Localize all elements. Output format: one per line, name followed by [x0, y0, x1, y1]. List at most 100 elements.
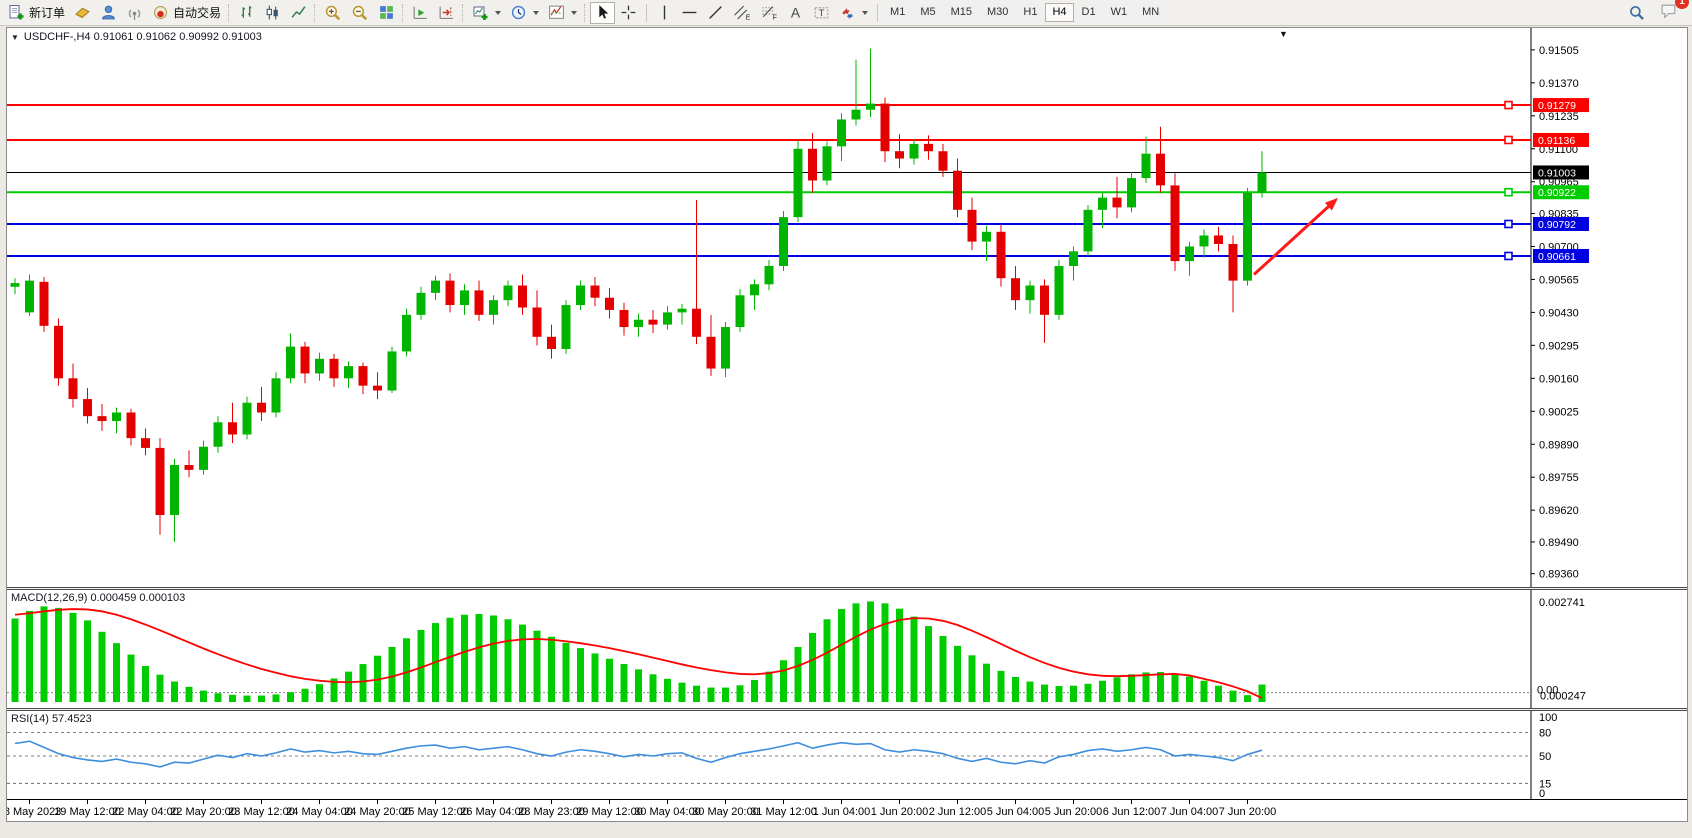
- chart-title: ▼USDCHF-,H4 0.91061 0.91062 0.90992 0.91…: [11, 31, 262, 43]
- chart-shift-icon: [438, 4, 455, 21]
- svg-text:5 Jun 04:00: 5 Jun 04:00: [987, 806, 1045, 818]
- auto-scroll-icon: [412, 4, 429, 21]
- chart-caret-icon[interactable]: ▼: [11, 33, 19, 42]
- svg-text:T: T: [819, 8, 825, 19]
- trendline-icon: [707, 4, 724, 21]
- svg-text:E: E: [746, 14, 751, 21]
- auto-scroll-button[interactable]: [408, 2, 433, 24]
- svg-text:30 May 20:00: 30 May 20:00: [692, 806, 759, 818]
- rsi-panel[interactable]: 1008050150 RSI(14) 57.4523: [7, 711, 1687, 799]
- svg-text:1 Jun 20:00: 1 Jun 20:00: [871, 806, 929, 818]
- new-order-button[interactable]: 新订单: [4, 2, 69, 24]
- cursor-button[interactable]: [590, 2, 615, 24]
- equidistant-channel-icon: E: [733, 4, 751, 21]
- equidistant-channel-button[interactable]: E: [729, 2, 755, 24]
- fibonacci-button[interactable]: F: [756, 2, 782, 24]
- timeframe-h1-button[interactable]: H1: [1016, 3, 1044, 22]
- line-chart-icon: [290, 4, 307, 21]
- indicators-button[interactable]: [544, 2, 581, 24]
- zoom-out-button[interactable]: [347, 2, 373, 24]
- chart-collapse-icon[interactable]: ▼: [1279, 29, 1288, 39]
- svg-text:0.90025: 0.90025: [1539, 406, 1579, 418]
- chart-profiles-button[interactable]: [506, 2, 543, 24]
- timeframe-w1-button[interactable]: W1: [1104, 3, 1135, 22]
- svg-text:23 May 12:00: 23 May 12:00: [228, 806, 295, 818]
- signals-button[interactable]: [122, 2, 147, 24]
- zoom-in-icon: [324, 4, 342, 22]
- person-icon: [100, 4, 117, 21]
- crosshair-button[interactable]: [616, 2, 641, 24]
- svg-text:22 May 20:00: 22 May 20:00: [170, 806, 237, 818]
- auto-trading-button[interactable]: 自动交易: [148, 2, 225, 24]
- svg-text:0: 0: [1539, 788, 1545, 799]
- zoom-in-button[interactable]: [320, 2, 346, 24]
- svg-text:0.90160: 0.90160: [1539, 373, 1579, 385]
- svg-text:0.91003: 0.91003: [1538, 167, 1576, 179]
- candlestick-chart-button[interactable]: [260, 2, 285, 24]
- svg-text:0.90792: 0.90792: [1538, 219, 1576, 231]
- svg-text:F: F: [773, 14, 777, 21]
- main-toolbar: 新订单 自动交易: [0, 0, 1692, 26]
- new-chart-button[interactable]: [468, 2, 505, 24]
- community-button[interactable]: [96, 2, 121, 24]
- svg-text:7 Jun 04:00: 7 Jun 04:00: [1161, 806, 1219, 818]
- crosshair-icon: [620, 4, 637, 21]
- editor-button[interactable]: [70, 2, 95, 24]
- svg-text:0.000247: 0.000247: [1540, 691, 1586, 703]
- svg-text:0.90430: 0.90430: [1539, 307, 1579, 319]
- auto-trading-icon: [152, 4, 169, 21]
- timeframe-m15-button[interactable]: M15: [944, 3, 979, 22]
- vertical-line-icon: [657, 4, 672, 21]
- svg-text:50: 50: [1539, 751, 1551, 763]
- text-label-button[interactable]: T: [809, 2, 834, 24]
- trend-arrow[interactable]: [1254, 198, 1338, 275]
- macd-chart[interactable]: 0.0027410.000.000247: [7, 590, 1687, 708]
- rsi-chart[interactable]: 1008050150: [7, 711, 1687, 799]
- time-axis-labels: 18 May 202319 May 12:0022 May 04:0022 Ma…: [7, 800, 1689, 822]
- vertical-line-button[interactable]: [652, 2, 676, 24]
- svg-text:18 May 2023: 18 May 2023: [7, 806, 61, 818]
- bar-chart-button[interactable]: [234, 2, 259, 24]
- svg-text:31 May 12:00: 31 May 12:00: [750, 806, 817, 818]
- toolbar-separator: [646, 4, 647, 22]
- auto-trading-label: 自动交易: [173, 4, 221, 21]
- notification-badge[interactable]: 1: [1675, 0, 1689, 9]
- svg-text:7 Jun 20:00: 7 Jun 20:00: [1219, 806, 1277, 818]
- text-label-icon: T: [813, 4, 830, 21]
- chart-shift-button[interactable]: [434, 2, 459, 24]
- timeframe-m1-button[interactable]: M1: [883, 3, 912, 22]
- svg-text:22 May 04:00: 22 May 04:00: [112, 806, 179, 818]
- macd-panel[interactable]: 0.0027410.000.000247 MACD(12,26,9) 0.000…: [7, 590, 1687, 708]
- line-chart-button[interactable]: [286, 2, 311, 24]
- svg-text:0.002741: 0.002741: [1539, 597, 1585, 609]
- search-icon: [1628, 4, 1646, 22]
- search-button[interactable]: [1624, 2, 1650, 24]
- timeframe-m30-button[interactable]: M30: [980, 3, 1015, 22]
- macd-histogram: [12, 601, 1266, 702]
- trendline-button[interactable]: [703, 2, 728, 24]
- timeframe-h4-button[interactable]: H4: [1045, 3, 1073, 22]
- svg-text:0.90661: 0.90661: [1538, 251, 1576, 263]
- tile-windows-icon: [378, 4, 395, 21]
- svg-text:0.90922: 0.90922: [1538, 187, 1576, 199]
- tile-windows-button[interactable]: [374, 2, 399, 24]
- arrows-button[interactable]: [835, 2, 872, 24]
- svg-text:29 May 12:00: 29 May 12:00: [576, 806, 643, 818]
- timeframe-d1-button[interactable]: D1: [1075, 3, 1103, 22]
- timeframe-mn-button[interactable]: MN: [1135, 3, 1166, 22]
- macd-label: MACD(12,26,9) 0.000459 0.000103: [11, 592, 185, 604]
- main-chart-panel[interactable]: 0.915050.913700.912350.911000.909650.908…: [7, 28, 1687, 587]
- svg-text:80: 80: [1539, 728, 1551, 740]
- text-button[interactable]: A: [783, 2, 808, 24]
- horizontal-line-button[interactable]: [677, 2, 702, 24]
- gold-cube-icon: [74, 4, 91, 21]
- fibonacci-icon: F: [760, 4, 778, 21]
- svg-text:0.91279: 0.91279: [1538, 100, 1576, 112]
- time-axis[interactable]: 18 May 202319 May 12:0022 May 04:0022 Ma…: [7, 799, 1687, 821]
- candlestick-chart[interactable]: 0.915050.913700.912350.911000.909650.908…: [7, 28, 1687, 587]
- svg-text:2 Jun 12:00: 2 Jun 12:00: [929, 806, 987, 818]
- candles-chart-icon: [264, 4, 281, 21]
- timeframe-m5-button[interactable]: M5: [913, 3, 942, 22]
- svg-text:0.89620: 0.89620: [1539, 505, 1579, 517]
- mt4-terminal: 新订单 自动交易: [0, 0, 1692, 838]
